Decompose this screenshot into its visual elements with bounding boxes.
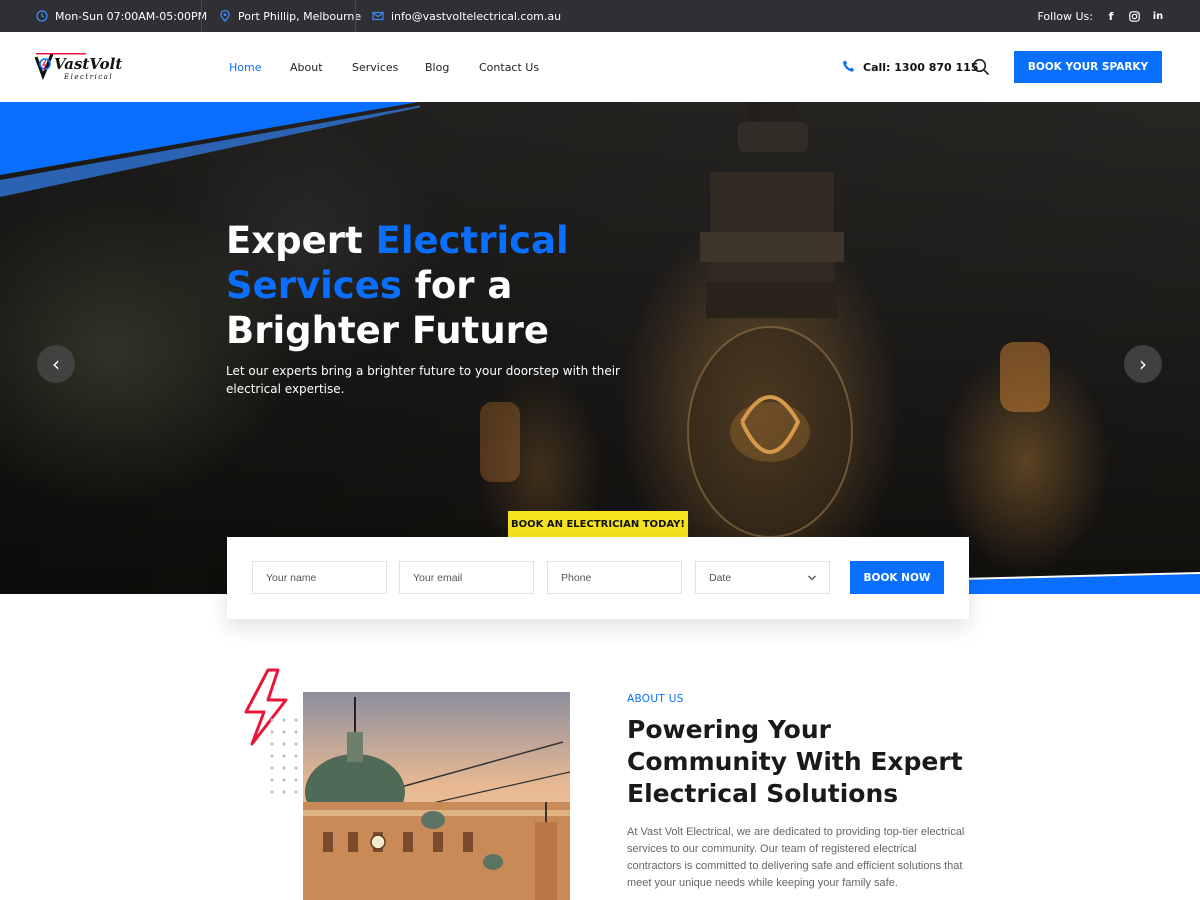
hero-subtitle: Let our experts bring a brighter future … — [226, 364, 620, 396]
facebook-icon[interactable]: f — [1102, 0, 1120, 32]
date-select[interactable]: Date — [695, 561, 830, 594]
linkedin-icon[interactable]: in — [1149, 0, 1167, 32]
logo-text: VastVolt — [54, 55, 122, 73]
location-info: Port Phillip, Melbourne — [219, 0, 361, 32]
nav-contact[interactable]: Contact Us — [479, 32, 539, 102]
map-pin-icon — [219, 10, 231, 22]
nav-services[interactable]: Services — [352, 32, 398, 102]
site-logo[interactable]: VastVolt Electrical — [34, 52, 134, 82]
book-sparky-button[interactable]: BOOK YOUR SPARKY — [1014, 51, 1162, 83]
about-photo — [303, 692, 570, 900]
logo-subtext: Electrical — [63, 73, 113, 81]
hours-info: Mon-Sun 07:00AM-05:00PM — [36, 0, 207, 32]
email-input[interactable]: Your email — [399, 561, 534, 594]
phone-icon — [842, 59, 856, 76]
top-bar: Mon-Sun 07:00AM-05:00PM Port Phillip, Me… — [0, 0, 1200, 32]
book-now-button[interactable]: BOOK NOW — [850, 561, 944, 594]
booking-tag: BOOK AN ELECTRICIAN TODAY! — [508, 511, 688, 537]
about-text: At Vast Volt Electrical, we are dedicate… — [627, 826, 965, 889]
follow-label: Follow Us: — [1037, 9, 1094, 23]
name-input[interactable]: Your name — [252, 561, 387, 594]
next-slide-button[interactable]: › — [1124, 345, 1162, 383]
divider — [355, 0, 356, 32]
chevron-down-icon — [807, 573, 817, 586]
blue-stripe-bottom — [960, 572, 1200, 594]
divider — [201, 0, 202, 32]
search-icon[interactable] — [972, 58, 990, 76]
chevron-right-icon: › — [1139, 352, 1147, 376]
prev-slide-button[interactable]: ‹ — [37, 345, 75, 383]
nav-blog[interactable]: Blog — [425, 32, 449, 102]
lightning-bolt-icon — [244, 668, 298, 794]
blue-stripe-top — [0, 102, 420, 197]
nav-home[interactable]: Home — [229, 32, 261, 102]
date-select-label: Date — [709, 571, 732, 584]
hero-title-part1: Expert — [226, 219, 376, 262]
chevron-left-icon: ‹ — [52, 352, 60, 376]
nav-about[interactable]: About — [290, 32, 323, 102]
booking-form: Your name Your email Phone Date BOOK NOW — [227, 537, 969, 619]
about-title: Powering Your Community With Expert Elec… — [627, 715, 963, 808]
about-label: ABOUT US — [627, 693, 684, 705]
clock-icon — [36, 10, 48, 22]
location-text: Port Phillip, Melbourne — [238, 9, 362, 23]
hours-text: Mon-Sun 07:00AM-05:00PM — [55, 9, 208, 23]
call-link[interactable]: Call: 1300 870 115 — [842, 32, 978, 102]
hero-title: Expert Electrical Services for a Brighte… — [226, 218, 686, 353]
email-info[interactable]: info@vastvoltelectrical.com.au — [372, 0, 561, 32]
mail-icon — [372, 10, 384, 22]
instagram-icon[interactable] — [1125, 0, 1143, 32]
call-text: Call: 1300 870 115 — [863, 60, 979, 74]
site-header: VastVolt Electrical Home About Services … — [0, 32, 1200, 102]
email-link[interactable]: info@vastvoltelectrical.com.au — [391, 10, 561, 23]
phone-input[interactable]: Phone — [547, 561, 682, 594]
